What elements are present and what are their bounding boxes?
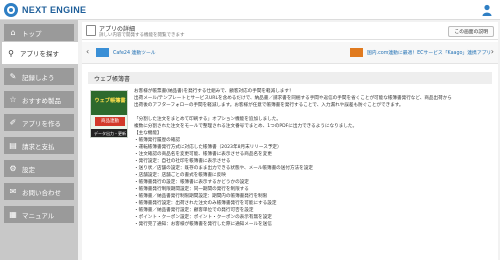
document-icon: ▤ bbox=[9, 141, 17, 150]
bookmark-icon: ✎ bbox=[9, 72, 17, 81]
carousel-prev-icon[interactable]: ‹ bbox=[86, 47, 89, 56]
description-line: ・送り状／店舗の設定：既存のまま出力できる状態や、メール帳簿書の送付方法を設定 bbox=[134, 166, 313, 171]
ad-label: Cafe24 連動ツール bbox=[113, 51, 156, 56]
help-button-label: この画面の説明 bbox=[454, 30, 488, 35]
brand-name: NEXT ENGINE bbox=[22, 5, 87, 15]
sidebar-item-top[interactable]: ⌂ トップ bbox=[4, 24, 74, 41]
ad-item[interactable]: Cafe24 連動ツール bbox=[96, 48, 156, 57]
home-icon: ⌂ bbox=[10, 28, 16, 37]
description-line: ・運転帳簿書発行方式に対応した帳簿書（2023年8月末リリース予定） bbox=[134, 145, 282, 150]
sidebar-item-manual[interactable]: ▦ マニュアル bbox=[4, 206, 74, 223]
description-line: ・店舗設定：店舗ごとの書式を帳簿書に反映 bbox=[134, 173, 226, 178]
app-image: ウェブ帳簿書 商品連動 データ出力・更新 bbox=[90, 90, 128, 138]
top-bar: NEXT ENGINE bbox=[0, 0, 500, 20]
sidebar-item-label: トップ bbox=[22, 29, 42, 38]
description-line bbox=[134, 109, 490, 116]
app-description: お客様が帳票書(納品書)を発行する仕組みで、顧客対応の手間を軽減します！ 出荷メー… bbox=[134, 88, 490, 260]
book-icon: ▦ bbox=[9, 210, 17, 219]
description-line: ・帳簿書発行設定：出荷された注文のみ帳簿書発行を可能にする設定 bbox=[134, 201, 277, 206]
ad-thumbnail bbox=[350, 48, 363, 57]
sidebar-item-label: アプリを作る bbox=[22, 119, 61, 128]
ad-label: 国内.com連動に最適！ECサービス「Kaago」連携アプリ bbox=[367, 51, 492, 56]
app-image-title: ウェブ帳簿書 bbox=[94, 98, 126, 104]
description-line: ・帳簿書／納品書発行設定：顧客単位での発行可否を設定 bbox=[134, 208, 254, 213]
description-line: ・帳簿書発行の設定：帳簿書に表示するかどうかの設定 bbox=[134, 180, 249, 185]
search-icon: ⚲ bbox=[8, 48, 14, 58]
page-header: アプリの詳細 詳しい内容で開発する機能を閲覧できます この画面の説明 bbox=[82, 22, 498, 40]
mail-icon: ✉ bbox=[9, 187, 17, 196]
sidebar-item-label: お問い合わせ bbox=[22, 188, 61, 197]
help-button[interactable]: この画面の説明 bbox=[448, 26, 494, 37]
sidebar-item-label: おすすめ製品 bbox=[22, 96, 61, 105]
star-icon: ☆ bbox=[9, 95, 17, 104]
app-name: ウェブ帳簿書 bbox=[94, 75, 131, 83]
sidebar-item-create-apps[interactable]: ✐ アプリを作る bbox=[4, 114, 74, 131]
sidebar-item-label: 設定 bbox=[22, 165, 35, 174]
sidebar-item-settings[interactable]: ⚙ 設定 bbox=[4, 160, 74, 177]
user-icon[interactable] bbox=[482, 4, 492, 16]
pencil-icon: ✐ bbox=[9, 118, 17, 127]
sidebar-item-contact[interactable]: ✉ お問い合わせ bbox=[4, 183, 74, 200]
sidebar-item-find-apps[interactable]: ⚲ アプリを探す bbox=[2, 42, 78, 64]
description-line: ・ポイント・クーポン設定：ポイント・クーポンの表示有無を設定 bbox=[134, 215, 272, 220]
sidebar-item-billing[interactable]: ▤ 請求と支払 bbox=[4, 137, 74, 154]
description-line: ・注文確認の商品名を変更可能、帳簿書に表示させる商品名を変更 bbox=[134, 152, 272, 157]
ad-thumbnail bbox=[96, 48, 109, 57]
main-content: アプリの詳細 詳しい内容で開発する機能を閲覧できます この画面の説明 ‹ Caf… bbox=[82, 22, 498, 260]
description-line: ・発行設定：自社の社印を帳簿書に表示させる bbox=[134, 159, 231, 164]
sidebar-item-label: アプリを探す bbox=[20, 50, 59, 58]
sidebar-item-recommended[interactable]: ☆ おすすめ製品 bbox=[4, 91, 74, 108]
description-line: 出荷メール/テンプレートとサービスURLを含めるだけで、納品書／請求書を同梱する… bbox=[134, 96, 452, 101]
app-image-footer: データ出力・更新 bbox=[91, 129, 127, 137]
app-image-badge: 商品連動 bbox=[95, 117, 125, 126]
brand-logo[interactable]: NEXT ENGINE bbox=[4, 3, 86, 17]
sidebar-item-record[interactable]: ✎ 記録しよう bbox=[4, 68, 74, 85]
description-line: ・帳簿発行履歴の確認 bbox=[134, 138, 180, 143]
description-line: 【主な機能】 bbox=[134, 131, 162, 136]
description-line: ・帳簿書／納品書発行制限期間設定：期間内の帳簿書発行を制限 bbox=[134, 194, 268, 199]
gear-icon: ⚙ bbox=[9, 164, 17, 173]
ad-item[interactable]: 国内.com連動に最適！ECサービス「Kaago」連携アプリ bbox=[350, 48, 491, 57]
carousel-next-icon[interactable]: › bbox=[491, 47, 494, 56]
ad-carousel: ‹ Cafe24 連動ツール 国内.com連動に最適！ECサービス「Kaago」… bbox=[82, 42, 498, 64]
document-icon bbox=[86, 25, 96, 36]
description-line: 「分割した注文をまとめて印刷する」オプション機能を追加しました。 bbox=[134, 117, 282, 122]
description-line: ・発行完了通知：お客様が帳簿書を発行した際に通知メールを送信 bbox=[134, 222, 272, 227]
sidebar-item-label: マニュアル bbox=[22, 211, 55, 220]
sidebar: ⌂ トップ ⚲ アプリを探す ✎ 記録しよう ☆ おすすめ製品 ✐ アプリを作る… bbox=[0, 20, 78, 260]
description-line: 複数に分割された注文をモールで整理される注文番号でまとめ、1つのPDFに出力でき… bbox=[134, 124, 358, 129]
description-line: ・帳簿書発行制限期間設定：同一期間の発行を制限する bbox=[134, 187, 249, 192]
logo-mark-icon bbox=[4, 3, 18, 17]
sidebar-item-label: 記録しよう bbox=[22, 73, 55, 82]
page-subtitle: 詳しい内容で開発する機能を閲覧できます bbox=[99, 33, 185, 38]
sidebar-item-label: 請求と支払 bbox=[22, 142, 55, 151]
description-line: お客様が帳票書(納品書)を発行する仕組みで、顧客対応の手間を軽減します！ bbox=[134, 89, 294, 94]
app-name-bar: ウェブ帳簿書 bbox=[88, 72, 492, 84]
description-line: 出荷後のアフターフォローの手間を軽減します。お客様が任意で帳簿書を発行することで… bbox=[134, 103, 404, 108]
